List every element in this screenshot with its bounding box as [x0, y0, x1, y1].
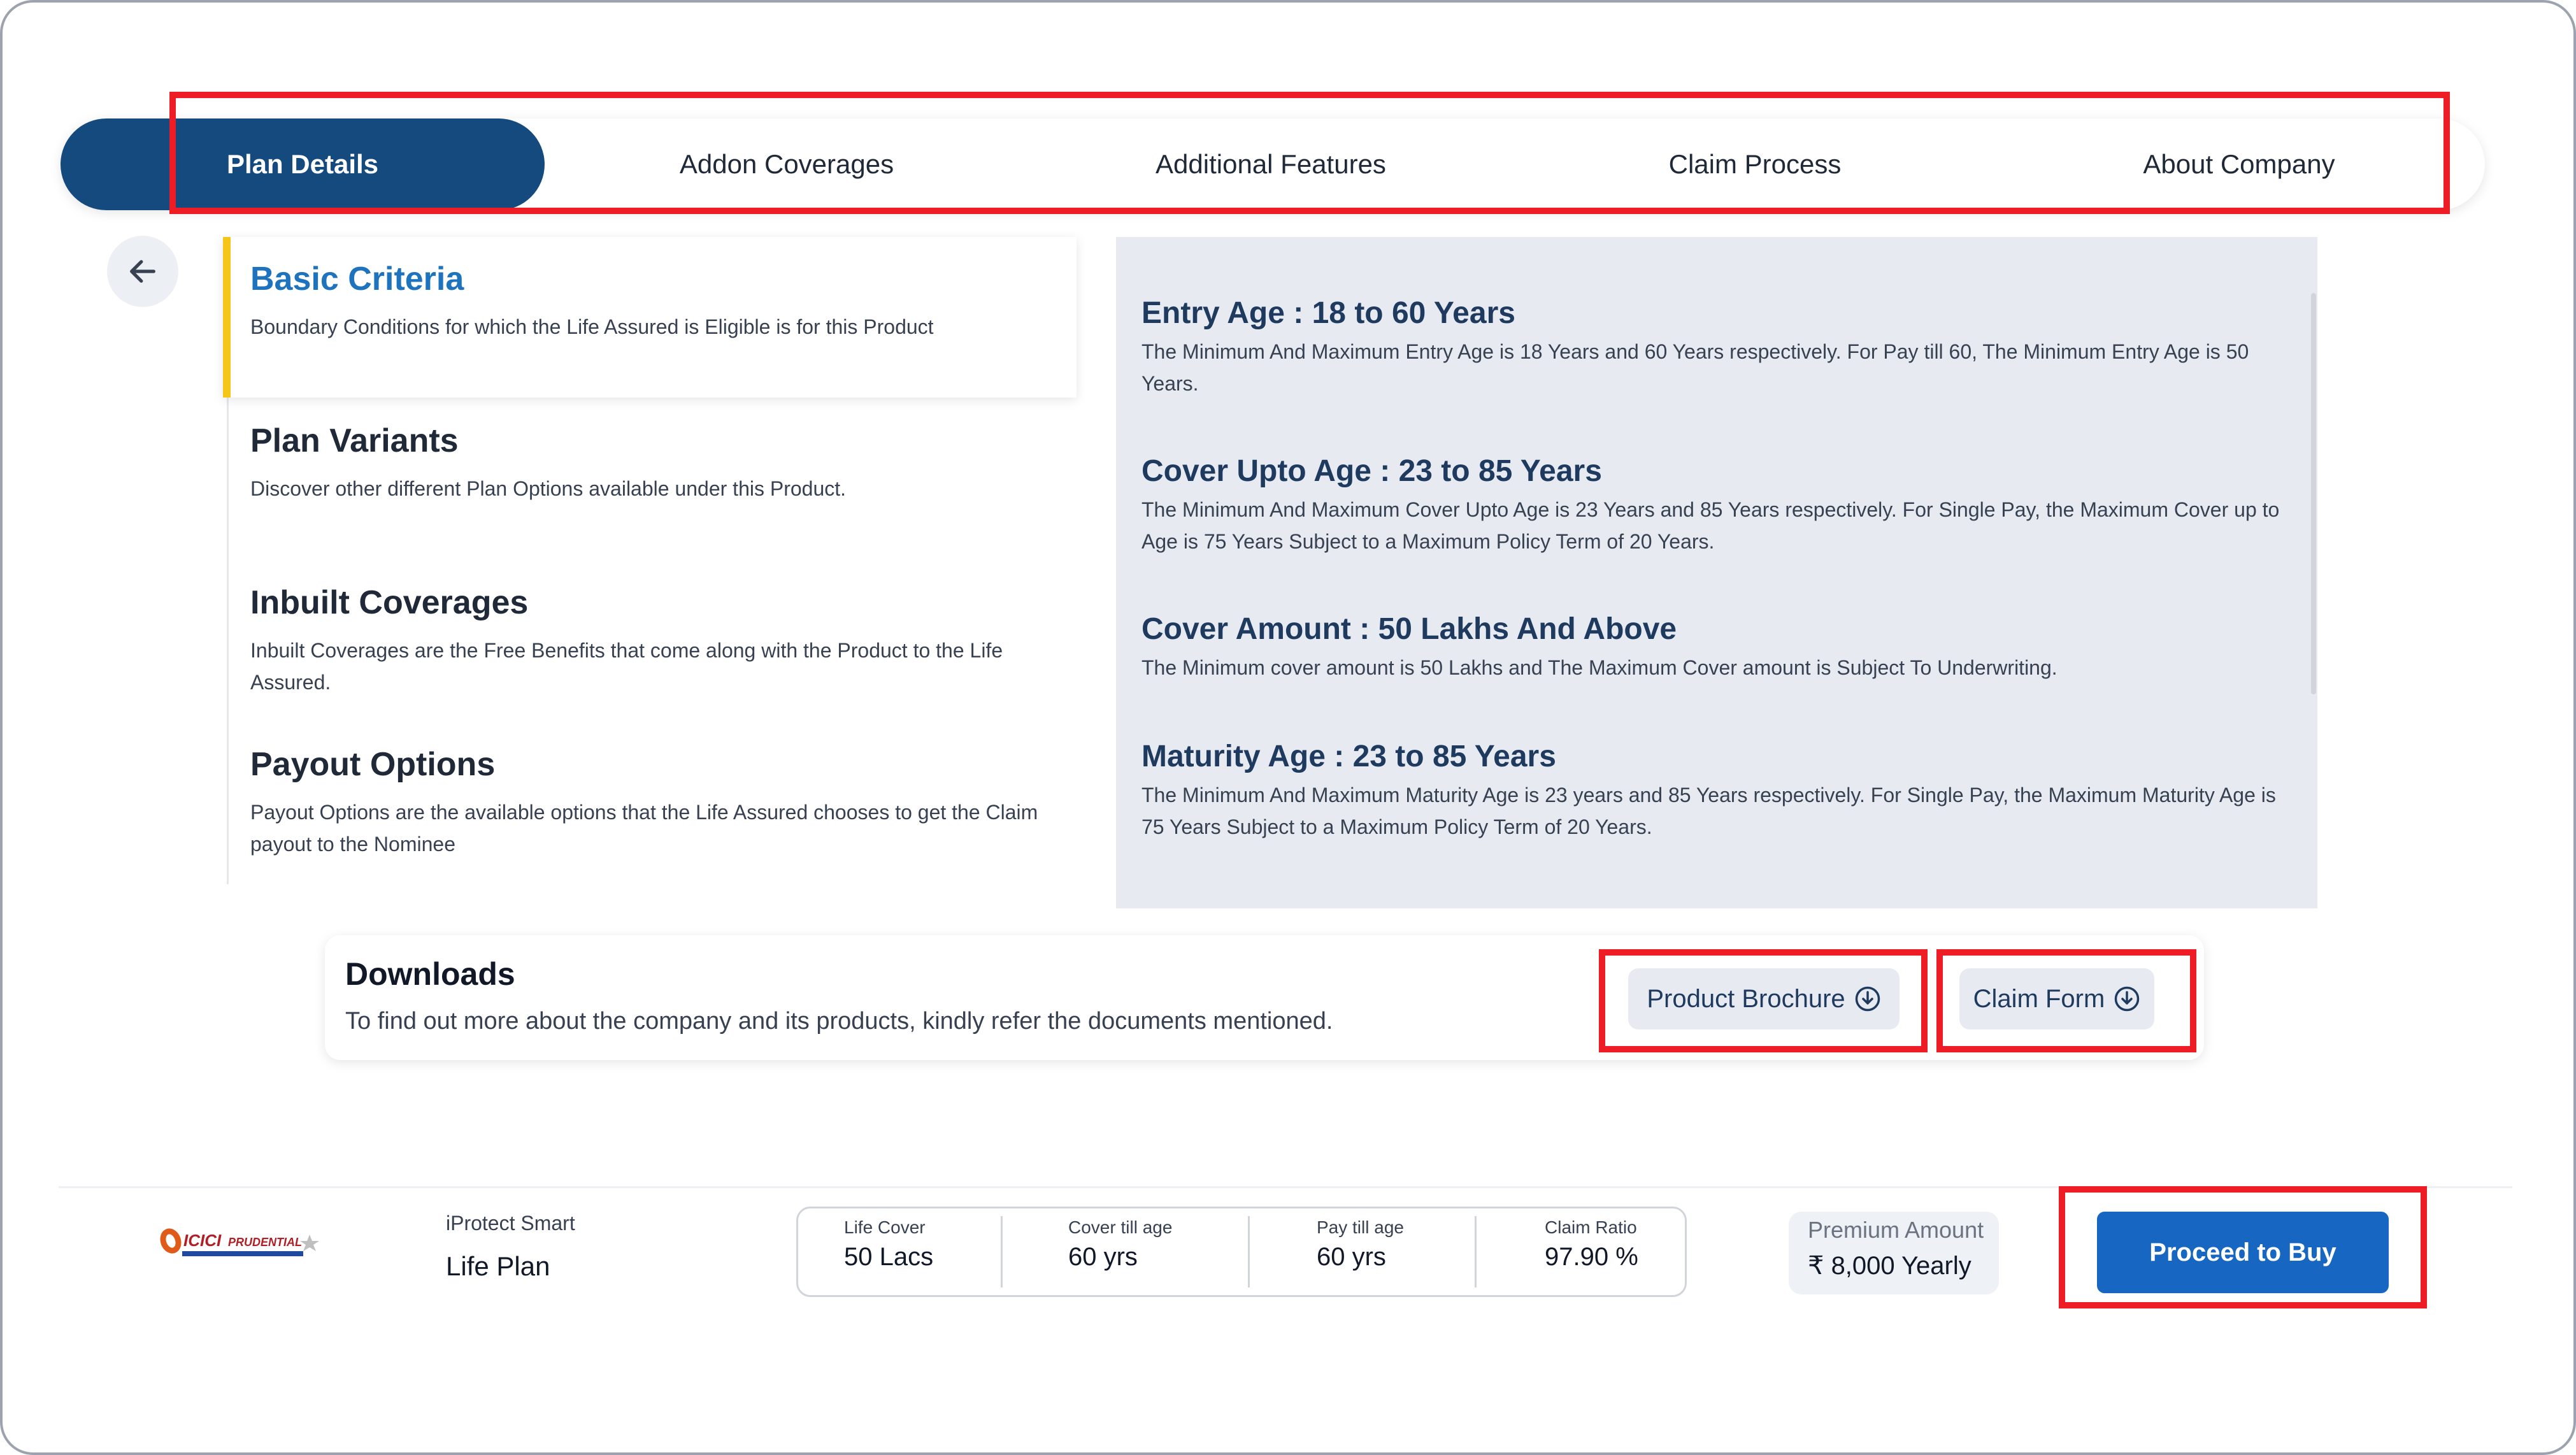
stat-cover-till-age: Cover till age 60 yrs [1005, 1208, 1252, 1295]
criteria-heading: Entry Age : 18 to 60 Years [1141, 296, 1515, 330]
stat-label: Cover till age [1068, 1217, 1173, 1237]
downloads-title: Downloads [345, 956, 515, 992]
criteria-text: The Minimum And Maximum Maturity Age is … [1141, 784, 2276, 838]
menu-active-indicator [223, 237, 231, 398]
highlight-proceed-to-buy [2059, 1186, 2427, 1308]
menu-item-desc: Discover other different Plan Options av… [250, 477, 847, 500]
highlight-claim-form [1936, 949, 2196, 1052]
menu-item-title: Plan Variants [250, 422, 459, 459]
criteria-maturity-age: Maturity Age : 23 to 85 Years The Minimu… [1141, 739, 2288, 843]
plan-stats: Life Cover 50 Lacs Cover till age 60 yrs… [796, 1207, 1687, 1297]
stat-divider [1475, 1216, 1477, 1287]
svg-text:ICICI: ICICI [183, 1231, 222, 1250]
criteria-cover-upto-age: Cover Upto Age : 23 to 85 Years The Mini… [1141, 454, 2288, 557]
criteria-heading: Maturity Age : 23 to 85 Years [1141, 740, 1556, 773]
menu-item-title: Payout Options [250, 746, 496, 783]
stat-claim-ratio: Claim Ratio 97.90 % [1478, 1208, 1685, 1295]
criteria-heading: Cover Upto Age : 23 to 85 Years [1141, 454, 1602, 488]
back-button[interactable] [107, 236, 178, 307]
stat-divider [1001, 1216, 1003, 1287]
stat-life-cover: Life Cover 50 Lacs [798, 1208, 1005, 1295]
stat-value: 60 yrs [1317, 1243, 1386, 1271]
menu-item-desc: Payout Options are the available options… [250, 801, 1038, 856]
highlight-tabs [169, 92, 2450, 214]
criteria-text: The Minimum cover amount is 50 Lakhs and… [1141, 656, 2057, 679]
criteria-text: The Minimum And Maximum Entry Age is 18 … [1141, 340, 2249, 395]
stat-label: Claim Ratio [1545, 1217, 1637, 1237]
menu-item-desc: Inbuilt Coverages are the Free Benefits … [250, 639, 1003, 694]
criteria-cover-amount: Cover Amount : 50 Lakhs And Above The Mi… [1141, 612, 2288, 684]
menu-item-title: Inbuilt Coverages [250, 584, 529, 621]
stat-value: 50 Lacs [844, 1243, 934, 1271]
premium-label: Premium Amount [1808, 1217, 1984, 1243]
criteria-text: The Minimum And Maximum Cover Upto Age i… [1141, 498, 2280, 553]
plan-subtitle: iProtect Smart [446, 1212, 575, 1235]
highlight-product-brochure [1599, 949, 1928, 1052]
stat-pay-till-age: Pay till age 60 yrs [1252, 1208, 1478, 1295]
premium-value: ₹ 8,000 Yearly [1808, 1252, 1971, 1280]
menu-item-basic-criteria[interactable]: Basic Criteria Boundary Conditions for w… [250, 260, 1072, 343]
menu-item-payout-options[interactable]: Payout Options Payout Options are the av… [250, 745, 1072, 860]
svg-text:PRUDENTIAL: PRUDENTIAL [228, 1236, 302, 1249]
menu-item-title: Basic Criteria [250, 261, 464, 297]
icici-prudential-logo: ICICI PRUDENTIAL [160, 1228, 319, 1256]
arrow-left-icon [130, 260, 155, 283]
menu-item-plan-variants[interactable]: Plan Variants Discover other different P… [250, 422, 1072, 505]
premium-box: Premium Amount ₹ 8,000 Yearly [1789, 1212, 1999, 1294]
stat-value: 97.90 % [1545, 1243, 1638, 1271]
downloads-desc: To find out more about the company and i… [345, 1008, 1333, 1035]
menu-item-inbuilt-coverages[interactable]: Inbuilt Coverages Inbuilt Coverages are … [250, 584, 1072, 698]
criteria-entry-age: Entry Age : 18 to 60 Years The Minimum A… [1141, 296, 2288, 399]
criteria-heading: Cover Amount : 50 Lakhs And Above [1141, 612, 1677, 646]
stat-label: Pay till age [1317, 1217, 1404, 1237]
stat-value: 60 yrs [1068, 1243, 1138, 1271]
plan-name: Life Plan [446, 1251, 550, 1281]
menu-item-desc: Boundary Conditions for which the Life A… [250, 315, 934, 338]
stat-divider [1248, 1216, 1250, 1287]
stat-label: Life Cover [844, 1217, 926, 1237]
panel-scrollbar[interactable] [2311, 293, 2316, 694]
